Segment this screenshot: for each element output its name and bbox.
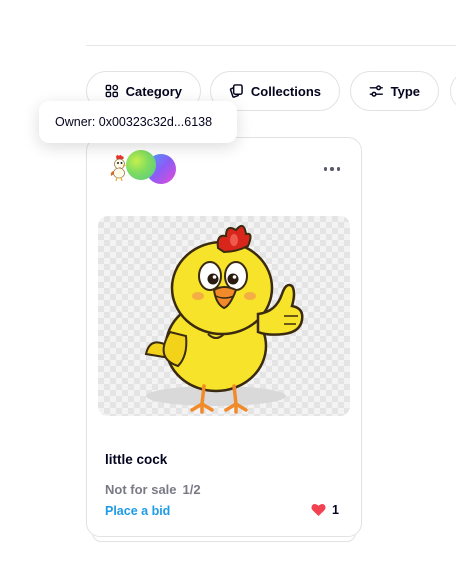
top-divider — [86, 45, 456, 46]
edition-supply: 1/2 — [182, 482, 201, 497]
heart-icon — [311, 503, 326, 516]
type-filter-button[interactable]: Type — [350, 71, 439, 111]
more-icon-dot — [330, 167, 334, 171]
sale-status: Not for sale 1/2 — [105, 482, 201, 497]
place-bid-link[interactable]: Place a bid — [105, 504, 170, 518]
more-options-button[interactable] — [321, 158, 343, 180]
chick-thumbs-up-illustration — [144, 224, 304, 414]
nft-artwork[interactable] — [98, 216, 350, 416]
like-count: 1 — [332, 503, 339, 517]
creator-avatar[interactable] — [126, 150, 156, 180]
more-icon-dot — [336, 167, 341, 171]
nft-title[interactable]: little cock — [105, 452, 167, 467]
nft-card[interactable]: little cock Not for sale 1/2 Place a bid … — [86, 137, 362, 537]
sale-status-text: Not for sale — [105, 482, 177, 497]
type-label: Type — [390, 83, 420, 99]
collections-label: Collections — [250, 83, 321, 99]
collections-icon — [229, 84, 243, 98]
category-label: Category — [125, 83, 182, 99]
more-icon-dot — [323, 167, 328, 171]
card-avatars — [104, 150, 179, 186]
category-grid-icon — [105, 84, 119, 98]
owner-tooltip: Owner: 0x00323c32d...6138 — [39, 101, 237, 143]
sliders-icon — [369, 85, 383, 97]
like-button[interactable]: 1 — [311, 503, 339, 517]
more-filters-button[interactable] — [450, 71, 456, 111]
